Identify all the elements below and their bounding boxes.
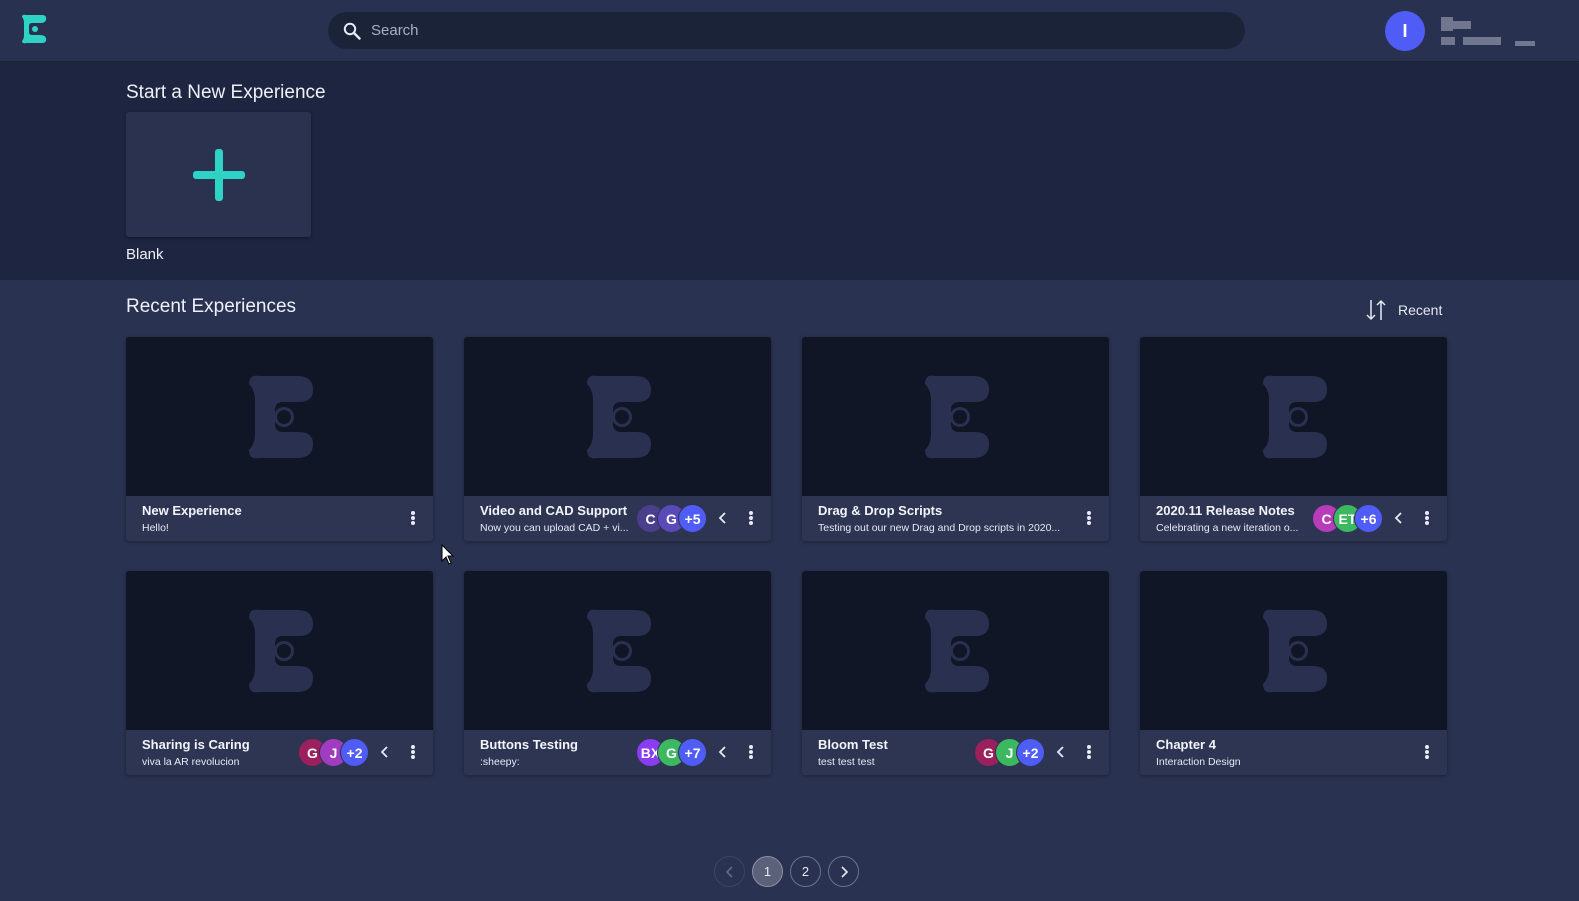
chevron-left-icon: [725, 865, 733, 878]
plus-icon: [192, 148, 245, 201]
card-title: 2020.11 Release Notes: [1156, 503, 1295, 518]
experience-placeholder-icon: [248, 375, 313, 458]
expand-collaborators-button[interactable]: [1392, 507, 1406, 529]
card-thumbnail[interactable]: [126, 571, 433, 730]
card-description: Testing out our new Drag and Drop script…: [818, 522, 1061, 534]
more-options-icon[interactable]: [405, 742, 421, 762]
chevron-left-icon: [1394, 512, 1402, 524]
card-thumbnail[interactable]: [802, 337, 1109, 496]
top-bar: I: [0, 0, 1579, 62]
chevron-left-icon: [1056, 746, 1064, 758]
sort-icon: [1366, 299, 1386, 321]
card-thumbnail[interactable]: [1140, 337, 1447, 496]
expand-collaborators-button[interactable]: [716, 741, 730, 763]
card-thumbnail[interactable]: [126, 337, 433, 496]
card-thumbnail[interactable]: [464, 571, 771, 730]
collaborator-avatars[interactable]: C ET +6: [1312, 504, 1383, 533]
mouse-cursor-icon: [441, 544, 455, 565]
experience-placeholder-icon: [924, 609, 989, 692]
experience-card[interactable]: Buttons Testing :sheepy: BX G +7: [464, 571, 771, 775]
next-page-button[interactable]: [828, 856, 859, 887]
expand-collaborators-button[interactable]: [716, 507, 730, 529]
experience-card[interactable]: New Experience Hello!: [126, 337, 433, 541]
page-button-1[interactable]: 1: [752, 856, 783, 887]
user-avatar[interactable]: I: [1385, 11, 1425, 51]
card-thumbnail[interactable]: [1140, 571, 1447, 730]
search-input[interactable]: [371, 22, 1221, 39]
more-options-icon[interactable]: [405, 508, 421, 528]
collaborator-avatar[interactable]: +2: [340, 738, 369, 767]
experience-placeholder-icon: [1262, 609, 1327, 692]
collaborator-avatar[interactable]: +7: [678, 738, 707, 767]
experience-card[interactable]: Video and CAD Support Now you can upload …: [464, 337, 771, 541]
card-title: Drag & Drop Scripts: [818, 503, 943, 518]
card-description: Hello!: [142, 522, 169, 534]
chevron-right-icon: [840, 865, 848, 878]
collaborator-avatars[interactable]: BX G +7: [636, 738, 707, 767]
more-options-icon[interactable]: [743, 508, 759, 528]
prev-page-button[interactable]: [714, 856, 745, 887]
sort-control[interactable]: Recent: [1364, 298, 1442, 322]
more-options-icon[interactable]: [1081, 742, 1097, 762]
experience-card[interactable]: 2020.11 Release Notes Celebrating a new i…: [1140, 337, 1447, 541]
user-name-redacted[interactable]: [1441, 17, 1541, 47]
card-title: Video and CAD Support: [480, 503, 628, 518]
new-experience-heading: Start a New Experience: [126, 82, 326, 103]
card-thumbnail[interactable]: [464, 337, 771, 496]
card-footer: Bloom Test test test test G J +2: [802, 730, 1109, 775]
expand-collaborators-button[interactable]: [1054, 741, 1068, 763]
more-options-icon[interactable]: [1081, 508, 1097, 528]
card-description: Interaction Design: [1156, 756, 1241, 768]
expand-collaborators-button[interactable]: [378, 741, 392, 763]
experience-logo-icon[interactable]: [18, 13, 48, 45]
blank-experience-tile[interactable]: [126, 112, 311, 237]
card-title: Chapter 4: [1156, 737, 1216, 752]
experience-card[interactable]: Sharing is Caring viva la AR revolucion G J…: [126, 571, 433, 775]
experience-placeholder-icon: [1262, 375, 1327, 458]
card-description: :sheepy:: [480, 756, 520, 768]
card-title: New Experience: [142, 503, 242, 518]
search-icon: [343, 22, 361, 40]
recent-experiences-heading: Recent Experiences: [126, 296, 297, 317]
collaborator-avatars[interactable]: C G +5: [636, 504, 707, 533]
experience-card[interactable]: Drag & Drop Scripts Testing out our new D…: [802, 337, 1109, 541]
collaborator-avatar[interactable]: +5: [678, 504, 707, 533]
card-thumbnail[interactable]: [802, 571, 1109, 730]
card-footer: New Experience Hello!: [126, 496, 433, 541]
more-options-icon[interactable]: [1419, 742, 1435, 762]
experience-card[interactable]: Chapter 4 Interaction Design: [1140, 571, 1447, 775]
experience-placeholder-icon: [924, 375, 989, 458]
card-footer: Drag & Drop Scripts Testing out our new D…: [802, 496, 1109, 541]
blank-label: Blank: [126, 246, 164, 263]
card-footer: Video and CAD Support Now you can upload …: [464, 496, 771, 541]
card-footer: Sharing is Caring viva la AR revolucion G J…: [126, 730, 433, 775]
card-description: viva la AR revolucion: [142, 756, 240, 768]
pagination: 1 2: [714, 856, 859, 887]
card-footer: Chapter 4 Interaction Design: [1140, 730, 1447, 775]
chevron-left-icon: [380, 746, 388, 758]
card-title: Buttons Testing: [480, 737, 578, 752]
collaborator-avatar[interactable]: +6: [1354, 504, 1383, 533]
experience-placeholder-icon: [586, 609, 651, 692]
card-title: Sharing is Caring: [142, 737, 250, 752]
card-description: test test test: [818, 756, 875, 768]
experience-card[interactable]: Bloom Test test test test G J +2: [802, 571, 1109, 775]
collaborator-avatars[interactable]: G J +2: [298, 738, 369, 767]
more-options-icon[interactable]: [1419, 508, 1435, 528]
card-title: Bloom Test: [818, 737, 888, 752]
experience-placeholder-icon: [586, 375, 651, 458]
chevron-left-icon: [718, 512, 726, 524]
collaborator-avatar[interactable]: +2: [1016, 738, 1045, 767]
sort-label: Recent: [1398, 302, 1443, 318]
chevron-left-icon: [718, 746, 726, 758]
experience-placeholder-icon: [248, 609, 313, 692]
collaborator-avatars[interactable]: G J +2: [974, 738, 1045, 767]
page-button-2[interactable]: 2: [790, 856, 821, 887]
card-description: Now you can upload CAD + vi...: [480, 522, 629, 534]
card-footer: Buttons Testing :sheepy: BX G +7: [464, 730, 771, 775]
search-bar[interactable]: [328, 12, 1245, 49]
card-footer: 2020.11 Release Notes Celebrating a new i…: [1140, 496, 1447, 541]
more-options-icon[interactable]: [743, 742, 759, 762]
card-description: Celebrating a new iteration o...: [1156, 522, 1299, 534]
